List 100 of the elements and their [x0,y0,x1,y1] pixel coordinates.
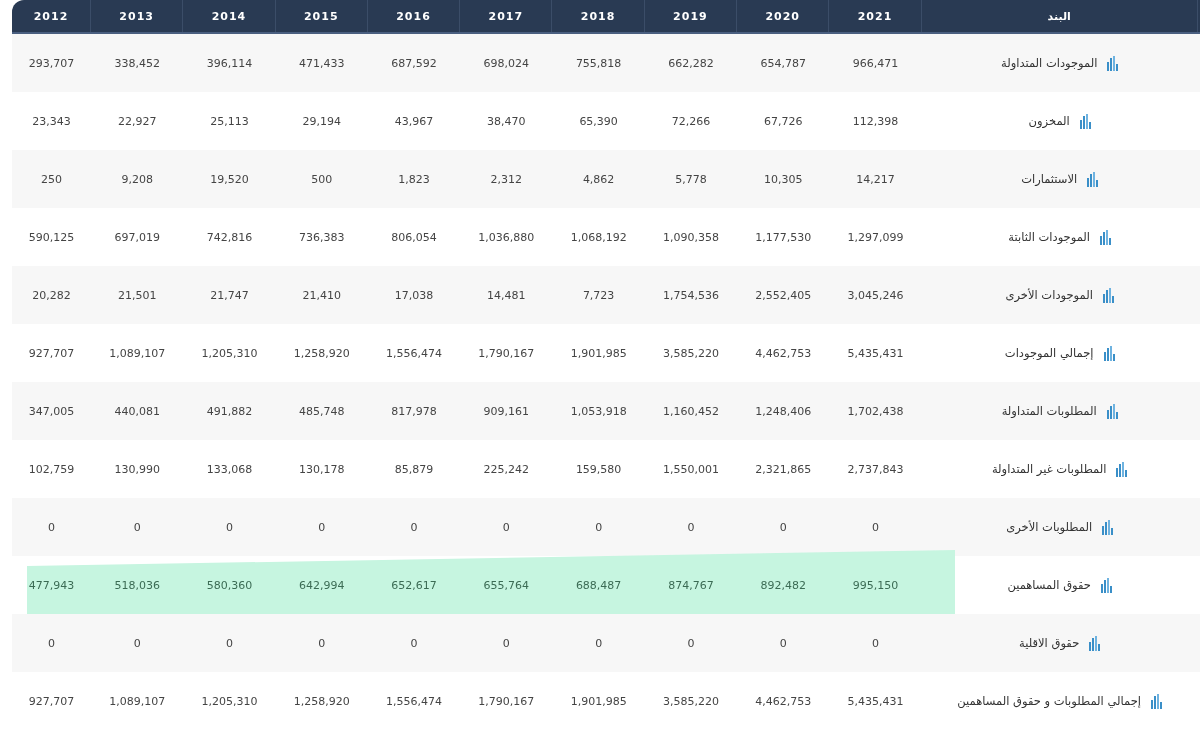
bar-chart-icon[interactable] [1103,345,1115,361]
bar-chart-icon[interactable] [1079,113,1091,129]
bar-chart-icon[interactable] [1100,229,1111,245]
column-header: 2012 [12,0,91,32]
table-cell-text: 1,754,536 [661,287,720,304]
table-cell-text: 10,305 [762,171,804,188]
table-cell-text: 133,068 [205,461,254,478]
bar-chart-icon[interactable] [1151,693,1162,709]
table-cell-text: 347,005 [27,403,76,420]
table-cell-text: 927,707 [27,693,76,710]
table-cell-text: 130,178 [298,461,346,478]
column-header: 2017 [460,0,553,32]
column-header: 2021 [829,0,922,32]
table-cell-text: 4,462,753 [754,345,813,362]
table-cell-text: 19,520 [209,171,250,188]
table-cell-text: 0 [501,519,511,536]
column-header: 2015 [275,0,368,32]
table-cell-text: 995,150 [851,577,900,594]
table-cell-text: 1,258,920 [292,345,351,362]
table-cell-text: 500 [310,171,334,188]
row-label: المطلوبات الأخرى [1006,520,1093,534]
table-cell-text: 0 [409,635,419,652]
column-header: 2014 [183,0,276,32]
table-cell-text: 4,462,753 [754,693,813,710]
column-header: 2019 [644,0,738,32]
table-cell-text: 38,470 [486,113,527,130]
table-cell-text: 396,114 [205,55,254,72]
table-cell-text: 1,089,107 [108,345,167,362]
table-cell-text: 1,556,474 [385,345,444,362]
table-cell-text: 2,312 [489,171,524,188]
row-label: إجمالي الموجودات [1004,346,1094,360]
table-cell-text: 0 [409,519,419,536]
table-cell-text: 1,790,167 [477,345,536,362]
table-cell-text: 7,723 [581,287,616,304]
row-label: الموجودات الأخرى [1005,288,1093,302]
bar-chart-icon[interactable] [1106,403,1118,419]
table-cell-text: 5,778 [674,171,708,188]
table-cell-text: 874,767 [667,577,715,594]
column-header: البند [921,0,1198,32]
table-cell-text: 0 [47,519,56,536]
table-cell-text: 477,943 [27,577,76,594]
table-cell-text: 338,452 [113,55,161,72]
table-cell-text: 72,266 [670,113,712,130]
table-cell-text: 0 [132,635,142,652]
table-cell-text: 927,707 [27,345,76,362]
table-cell-text: 67,726 [762,113,804,130]
table-cell-text: 43,967 [393,113,435,130]
table-cell-text: 0 [224,519,234,536]
table-cell-text: 642,994 [298,577,346,594]
table-cell-text: 1,258,920 [292,693,351,710]
table-cell-text: 85,879 [393,461,435,478]
table-cell-text: 21,747 [209,287,250,304]
table-cell-text: 159,580 [574,461,623,478]
table-cell-text: 742,816 [205,229,254,246]
table-cell-text: 1,205,310 [200,345,259,362]
table-cell-text: 2,552,405 [754,287,813,304]
table-cell-text: 3,045,246 [846,287,905,304]
table-cell-text: 9,208 [120,171,154,188]
bar-chart-icon[interactable] [1102,519,1114,535]
table-cell-text: 1,248,406 [754,403,813,420]
table-cell-text: 580,360 [205,577,254,594]
table-cell-text: 755,818 [574,55,623,72]
table-cell-text: 0 [778,635,788,652]
table-cell-text: 1,205,310 [200,693,259,710]
table-cell-text: 966,471 [851,55,900,72]
table-cell-text: 0 [778,519,788,536]
table-cell-text: 662,282 [667,55,715,72]
table-cell-text: 225,242 [482,461,531,478]
bar-chart-icon[interactable] [1087,171,1099,187]
column-header: 2013 [91,0,184,32]
table-cell-text: 909,161 [482,403,531,420]
table-cell-text: 1,160,452 [661,403,720,420]
table-cell-text: 0 [501,635,511,652]
row-label: الاستثمارات [1021,172,1078,186]
table-cell-text: 485,748 [298,403,346,420]
table-cell-text: 1,702,438 [846,403,905,420]
table-cell-text: 1,790,167 [477,693,536,710]
table-cell-text: 1,297,099 [846,229,905,246]
table-cell-text: 250 [40,171,63,188]
table-cell-text: 65,390 [578,113,619,130]
table-cell-text: 2,737,843 [846,461,905,478]
row-label: إجمالي المطلوبات و حقوق المساهمين [957,694,1141,708]
bar-chart-icon[interactable] [1102,287,1114,303]
bar-chart-icon[interactable] [1089,635,1101,651]
table-cell-text: 654,787 [759,55,807,72]
table-cell-text: 21,410 [301,287,342,304]
table-cell-text: 0 [317,519,327,536]
row-label: حقوق الاقلية [1019,636,1080,650]
column-header: 2020 [737,0,830,32]
table-cell-text: 3,585,220 [661,345,720,362]
table-cell-text: 25,113 [209,113,250,130]
bar-chart-icon[interactable] [1100,577,1112,593]
table-cell-text: 655,764 [482,577,531,594]
table-cell-text: 1,036,880 [477,229,536,246]
bar-chart-icon[interactable] [1107,55,1119,71]
table-cell-text: 14,217 [855,171,896,188]
table-cell-text: 1,901,985 [569,693,628,710]
table-cell-text: 14,481 [486,287,527,304]
bar-chart-icon[interactable] [1116,461,1128,477]
table-cell-text: 440,081 [113,403,161,420]
